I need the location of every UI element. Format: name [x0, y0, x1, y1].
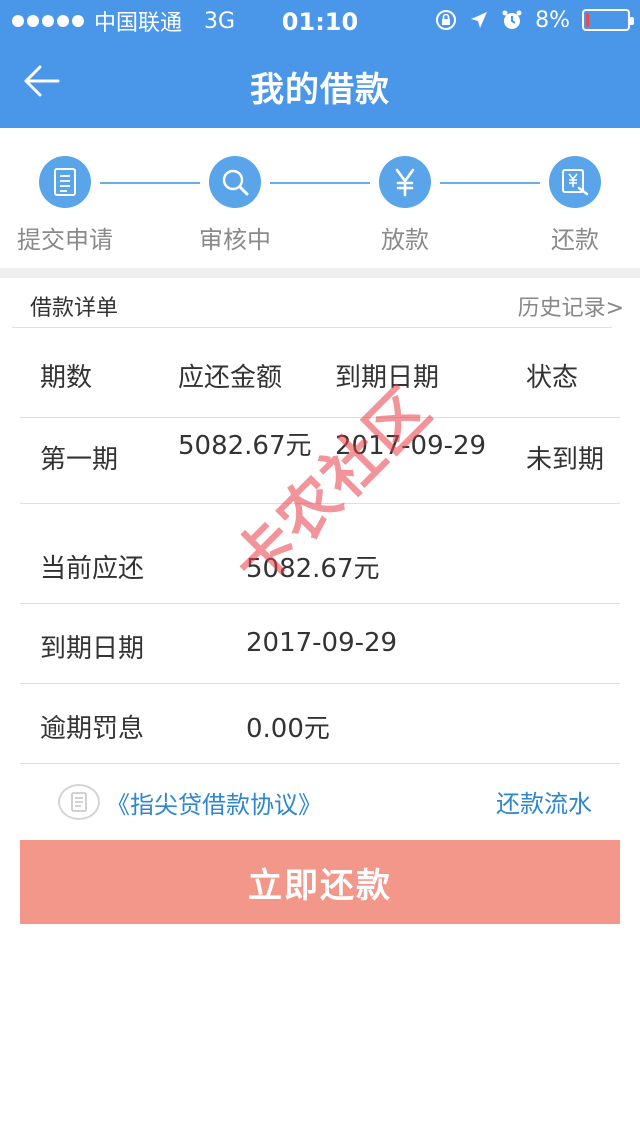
app-header: 中国联通 3G 01:10 8% 我的借款 [0, 0, 640, 128]
step-label: 放款 [381, 226, 429, 254]
summary-label: 逾期罚息 [40, 714, 145, 744]
document-icon [39, 156, 91, 208]
step-label: 审核中 [199, 226, 271, 254]
step-submit: 提交申请 [0, 156, 135, 255]
history-records-link[interactable]: 历史记录> [518, 290, 624, 322]
bill-icon [549, 156, 601, 208]
column-header: 应还金额 [178, 363, 283, 393]
battery-icon [582, 9, 634, 31]
table-row: 第一期 5082.67元 2017-09-29 未到期 [20, 418, 620, 504]
step-label: 提交申请 [17, 226, 113, 254]
loan-detail-header: 借款详单 历史记录> [12, 280, 624, 328]
section-title: 借款详单 [30, 296, 119, 321]
summary-label: 到期日期 [40, 634, 145, 664]
amount-cell: 5082.67元 [178, 431, 312, 461]
summary-value: 2017-09-29 [246, 628, 398, 658]
summary-row: 逾期罚息 0.00元 [20, 684, 620, 764]
column-header: 状态 [526, 363, 579, 393]
search-icon [209, 156, 261, 208]
battery-percent: 8% [535, 7, 570, 33]
repayment-flow-link[interactable]: 还款流水 [496, 784, 592, 819]
agreement-text: 《指尖贷借款协议》 [106, 790, 322, 819]
column-header: 到期日期 [335, 363, 440, 393]
step-disburse: 放款 [335, 156, 475, 255]
summary-value: 5082.67元 [246, 554, 380, 584]
status-right: 8% [435, 6, 634, 34]
summary-value: 0.00元 [246, 714, 330, 744]
repayment-summary: 当前应还 5082.67元 到期日期 2017-09-29 逾期罚息 0.00元 [20, 524, 620, 764]
page-title: 我的借款 [250, 70, 390, 110]
location-arrow-icon [471, 12, 488, 28]
agreement-document-icon [58, 784, 100, 820]
summary-row: 到期日期 2017-09-29 [20, 604, 620, 684]
table-header-row: 期数 应还金额 到期日期 状态 [20, 338, 620, 418]
battery-level-fill [586, 13, 589, 27]
alarm-clock-icon [502, 10, 522, 29]
step-label: 还款 [551, 226, 599, 254]
due-date-cell: 2017-09-29 [335, 431, 487, 461]
status-cell: 未到期 [526, 445, 605, 475]
nav-bar: 我的借款 [0, 40, 640, 128]
section-divider [0, 268, 640, 278]
summary-row: 当前应还 5082.67元 [20, 524, 620, 604]
column-header: 期数 [40, 363, 93, 393]
installment-table: 期数 应还金额 到期日期 状态 第一期 5082.67元 2017-09-29 … [20, 338, 620, 504]
rotation-lock-icon [436, 10, 457, 30]
step-review: 审核中 [165, 156, 305, 255]
period-cell: 第一期 [40, 445, 119, 475]
progress-steps: 提交申请 审核中 放款 还款 [0, 128, 640, 268]
loan-agreement-link[interactable]: 《指尖贷借款协议》 [58, 782, 322, 822]
status-bar: 中国联通 3G 01:10 8% [0, 0, 640, 40]
repay-now-button[interactable]: 立即还款 [20, 840, 620, 924]
yuan-icon [379, 156, 431, 208]
summary-label: 当前应还 [40, 554, 145, 584]
step-repay: 还款 [505, 156, 640, 255]
